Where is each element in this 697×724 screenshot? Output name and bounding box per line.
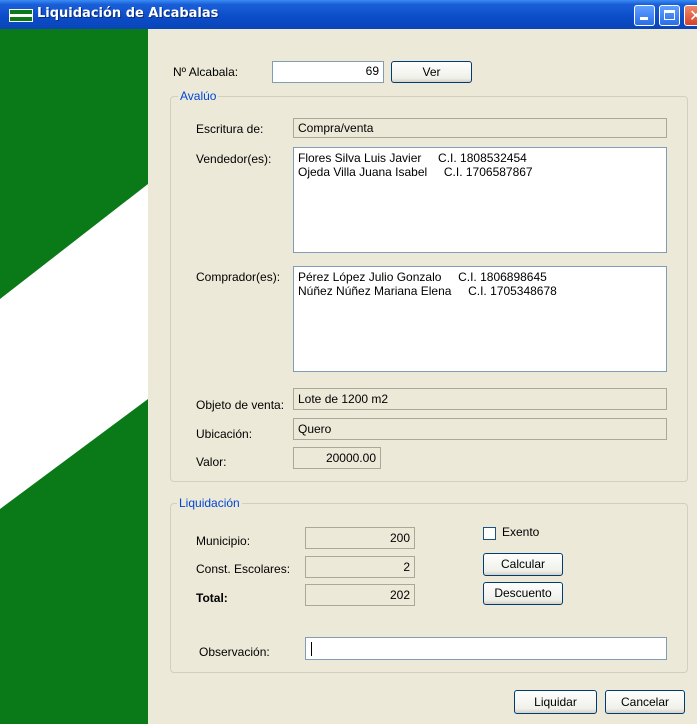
minimize-button[interactable] xyxy=(634,5,655,26)
ver-button[interactable]: Ver xyxy=(391,61,472,83)
exento-label[interactable]: Exento xyxy=(502,525,539,539)
valor-field: 20000.00 xyxy=(293,447,381,469)
alcabala-label: Nº Alcabala: xyxy=(173,65,239,79)
escritura-field: Compra/venta xyxy=(293,118,667,138)
municipio-label: Municipio: xyxy=(196,534,251,548)
liquidacion-legend: Liquidación xyxy=(177,496,242,510)
observacion-input[interactable] xyxy=(305,637,667,660)
window-title: Liquidación de Alcabalas xyxy=(37,6,219,21)
ubicacion-label: Ubicación: xyxy=(196,427,253,441)
objeto-field: Lote de 1200 m2 xyxy=(293,388,667,410)
close-icon: ✕ xyxy=(689,6,697,25)
const-escolares-field: 2 xyxy=(305,556,415,578)
compradores-textarea[interactable]: Pérez López Julio Gonzalo C.I. 180689864… xyxy=(293,266,667,372)
descuento-button[interactable]: Descuento xyxy=(483,582,563,605)
calcular-button[interactable]: Calcular xyxy=(483,553,563,576)
compradores-label: Comprador(es): xyxy=(196,270,281,284)
exento-checkbox[interactable] xyxy=(483,527,496,540)
cancelar-button[interactable]: Cancelar xyxy=(605,690,685,714)
vendedor-line: Ojeda Villa Juana Isabel C.I. 1706587867 xyxy=(298,165,533,179)
comprador-line: Núñez Núñez Mariana Elena C.I. 170534867… xyxy=(298,284,557,298)
municipio-field: 200 xyxy=(305,527,415,549)
vendedores-label: Vendedor(es): xyxy=(196,152,272,166)
avaluo-legend: Avalúo xyxy=(178,89,219,103)
valor-label: Valor: xyxy=(196,455,227,469)
flag-sidebar-image xyxy=(0,29,148,724)
liquidacion-window: Liquidación de Alcabalas ✕ Nº Alcabala: … xyxy=(0,0,697,724)
total-field: 202 xyxy=(305,584,415,606)
alcabala-value: 69 xyxy=(365,64,379,78)
title-bar[interactable]: Liquidación de Alcabalas ✕ xyxy=(0,0,697,29)
objeto-label: Objeto de venta: xyxy=(196,398,285,412)
const-escolares-label: Const. Escolares: xyxy=(196,562,291,576)
minimize-icon xyxy=(640,17,648,20)
vendedor-line: Flores Silva Luis Javier C.I. 1808532454 xyxy=(298,151,527,165)
total-label: Total: xyxy=(196,591,228,605)
text-cursor xyxy=(311,642,312,656)
escritura-label: Escritura de: xyxy=(196,122,264,136)
maximize-button[interactable] xyxy=(659,5,680,26)
maximize-icon xyxy=(664,10,675,20)
alcabala-input[interactable]: 69 xyxy=(272,61,384,83)
ubicacion-field: Quero xyxy=(293,418,667,440)
comprador-line: Pérez López Julio Gonzalo C.I. 180689864… xyxy=(298,270,547,284)
liquidar-button[interactable]: Liquidar xyxy=(514,690,597,714)
flag-icon xyxy=(9,9,33,22)
vendedores-textarea[interactable]: Flores Silva Luis Javier C.I. 1808532454… xyxy=(293,147,667,253)
observacion-label: Observación: xyxy=(199,645,270,659)
close-button[interactable]: ✕ xyxy=(684,5,697,26)
